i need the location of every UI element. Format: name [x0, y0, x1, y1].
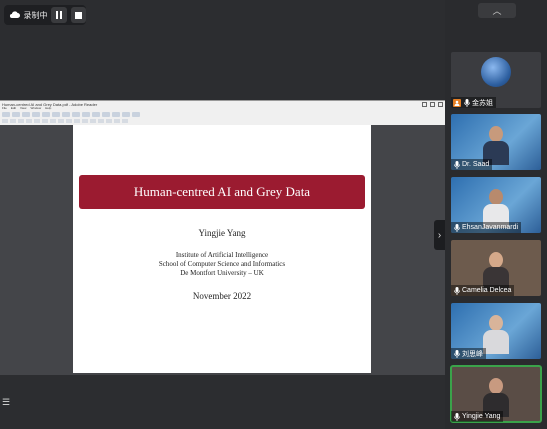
participant-tile[interactable]: Camelia Delcea	[451, 240, 541, 296]
shared-screen: Human-centred AI and Grey Data.pdf - Ado…	[0, 100, 445, 375]
recording-label: 录制中	[23, 10, 48, 20]
pdf-toolbar	[0, 111, 447, 118]
participant-name: Camelia Delcea	[462, 287, 512, 294]
chevron-up-icon: ︿	[492, 6, 502, 16]
mic-icon	[453, 160, 460, 169]
avatar	[481, 57, 511, 87]
mic-icon	[463, 98, 470, 107]
participant-name: Yingjie Yang	[462, 413, 501, 420]
slide-page: Human-centred AI and Grey Data Yingjie Y…	[73, 125, 371, 373]
mic-icon	[453, 223, 460, 232]
slide-author: Yingjie Yang	[198, 228, 246, 238]
participant-name: 金苏姐	[472, 99, 493, 107]
slide-date: November 2022	[192, 291, 252, 301]
participant-tile[interactable]: EhsanJavanmardi	[451, 177, 541, 233]
mic-icon	[453, 349, 460, 358]
participant-tile[interactable]: 刘思峰	[451, 303, 541, 359]
participant-name: 刘思峰	[462, 350, 483, 358]
participant-tile[interactable]: Dr. Saad	[451, 114, 541, 170]
pdf-viewer: Human-centred AI and Grey Data Yingjie Y…	[0, 125, 445, 375]
participant-video	[483, 315, 509, 354]
host-icon	[453, 98, 461, 107]
mic-icon	[453, 412, 460, 421]
participant-namebar: Yingjie Yang	[451, 411, 504, 422]
pause-icon	[56, 11, 63, 19]
participant-video	[483, 378, 509, 417]
affiliation-line: De Montfort University – UK	[180, 269, 264, 277]
participant-namebar: EhsanJavanmardi	[451, 222, 522, 233]
participant-namebar: 金苏姐	[451, 97, 496, 108]
participants-rail: ︿ 金苏姐 Dr. Saad EhsanJavanmardi Camelia D…	[445, 0, 547, 429]
pause-recording-button[interactable]	[51, 7, 67, 23]
collapse-rail-button[interactable]: ︿	[478, 3, 516, 18]
participant-name: Dr. Saad	[462, 161, 490, 168]
participant-namebar: Dr. Saad	[451, 159, 493, 170]
meeting-main-area: 录制中 Human-centred AI and Grey Data.pdf -…	[0, 0, 445, 429]
participant-namebar: Camelia Delcea	[451, 285, 515, 296]
list-icon[interactable]: ☰	[2, 397, 14, 409]
affiliation-line: Institute of Artificial Intelligence	[175, 251, 269, 259]
participant-tile[interactable]: 金苏姐	[451, 52, 541, 108]
panel-toggle-button[interactable]: ›	[434, 220, 445, 250]
recording-indicator: 录制中	[4, 5, 86, 25]
pdf-navbar	[0, 118, 447, 124]
stop-recording-button[interactable]	[70, 7, 86, 23]
cloud-icon	[9, 9, 21, 21]
slide-title: Human-centred AI and Grey Data	[79, 175, 365, 209]
slide-affiliation: Institute of Artificial Intelligence Sch…	[73, 251, 371, 278]
participant-name: EhsanJavanmardi	[462, 224, 519, 231]
participant-video	[483, 189, 509, 228]
participant-tile-active-speaker[interactable]: Yingjie Yang	[450, 365, 542, 423]
stop-icon	[74, 11, 82, 19]
affiliation-line: School of Computer Science and Informati…	[158, 260, 286, 268]
participant-video	[483, 252, 509, 291]
participant-namebar: 刘思峰	[451, 348, 486, 359]
chevron-right-icon: ›	[437, 229, 442, 241]
participant-video	[483, 126, 509, 165]
mic-icon	[453, 286, 460, 295]
